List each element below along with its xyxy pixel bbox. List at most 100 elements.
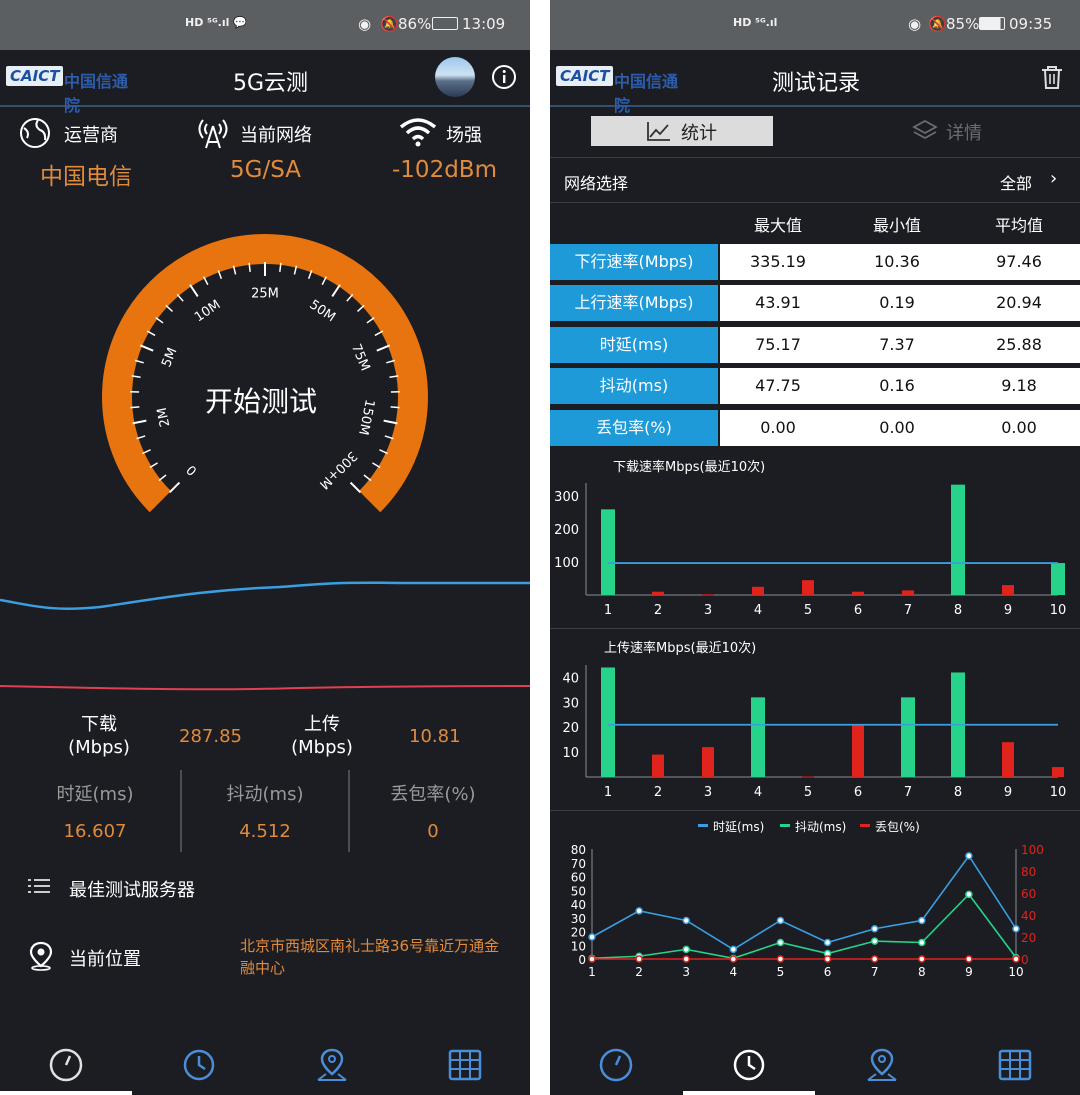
speed-gauge[interactable]: 02M5M10M25M50M75M150M300+M: [0, 200, 530, 540]
cell-max: 335.19: [750, 252, 806, 271]
cell-avg: 20.94: [996, 293, 1042, 312]
tab-detail[interactable]: 详情: [900, 116, 1050, 146]
gauge-tick: [146, 330, 156, 337]
x-tick-label: 10: [1050, 603, 1067, 618]
bottom-nav: [0, 1033, 530, 1095]
gauge-tick: [390, 406, 400, 409]
gauge-tick: [349, 481, 362, 494]
data-point: [776, 955, 785, 963]
start-test-button[interactable]: 开始测试: [205, 380, 317, 420]
y-tick-label: 20: [571, 926, 586, 940]
gauge-tick: [158, 474, 167, 482]
row-name: 上行速率(Mbps): [550, 285, 718, 321]
loss-label: 丢包率(%): [390, 784, 476, 805]
bar: [1052, 767, 1064, 777]
signal-value: -102dBm: [392, 157, 497, 183]
gauge-tick: [176, 293, 184, 302]
gauge-tick-label: 10M: [192, 297, 223, 325]
page-title: 测试记录: [772, 71, 861, 96]
data-point: [870, 925, 879, 933]
bar: [601, 509, 615, 595]
network-select-label: 网络选择: [564, 174, 629, 193]
status-eye-icon: ◉: [358, 15, 372, 33]
trash-icon[interactable]: [1040, 64, 1064, 94]
x-tick-label: 7: [871, 965, 879, 979]
y-tick-label: 300: [554, 490, 579, 505]
row-name: 下行速率(Mbps): [550, 244, 718, 280]
y-tick-label: 30: [571, 912, 586, 926]
table-row: 上行速率(Mbps) 43.91 0.19 20.94: [550, 285, 1080, 321]
legend-label: 丢包(%): [875, 820, 920, 834]
gauge-tick: [376, 344, 391, 352]
cell-min: 0.00: [879, 418, 915, 437]
info-icon[interactable]: [491, 64, 517, 94]
bar: [1002, 742, 1014, 777]
gauge-tick: [363, 474, 372, 482]
gauge-tick: [357, 304, 365, 313]
latency-line-chart: 时延(ms) 抖动(ms) 丢包(%)01020304050607080020406…: [571, 820, 1044, 979]
line-chart-icon: [647, 122, 670, 141]
data-point: [1012, 955, 1020, 963]
x-tick-label: 3: [704, 785, 712, 800]
caict-logo: CAICT 中国信通院: [6, 66, 138, 115]
status-battery-text: 85%: [946, 15, 980, 33]
bar: [852, 724, 864, 777]
battery-icon: [432, 17, 458, 30]
nav-map-icon[interactable]: [864, 1047, 900, 1083]
data-point: [635, 907, 643, 915]
bar: [702, 594, 714, 596]
x-tick-label: 1: [604, 785, 612, 800]
gauge-tick-label: 2M: [155, 406, 174, 428]
series-line: [591, 893, 1017, 960]
gauge-tick: [189, 284, 199, 297]
loss-value: 0: [427, 821, 439, 842]
data-point: [870, 937, 879, 945]
best-server-row[interactable]: 最佳测试服务器: [28, 872, 508, 906]
nav-table-icon[interactable]: [997, 1047, 1033, 1083]
gauge-tick-label: 25M: [251, 287, 279, 302]
x-tick-label: 3: [704, 603, 712, 618]
status-bar: HD ⁵ᴳ.ıl 💬 ◉ 🔕 86% 13:09: [0, 0, 530, 50]
bar: [652, 754, 664, 777]
signal-label: 场强: [446, 125, 482, 146]
data-point: [682, 916, 690, 925]
y-tick-label: 40: [562, 671, 579, 686]
table-row: 抖动(ms) 47.75 0.16 9.18: [550, 368, 1080, 404]
y-tick-label: 0: [578, 953, 586, 967]
gauge-tick: [168, 481, 181, 494]
nav-speedtest-icon[interactable]: [48, 1047, 84, 1083]
x-tick-label: 7: [904, 603, 912, 618]
gauge-tick: [383, 419, 398, 425]
cell-min: 7.37: [879, 335, 915, 354]
chevron-right-icon: ›: [1050, 168, 1058, 189]
gauge-tick: [132, 419, 147, 425]
nav-speedtest-icon[interactable]: [598, 1047, 634, 1083]
nav-history-icon[interactable]: [731, 1047, 767, 1083]
data-point: [588, 955, 596, 963]
avatar[interactable]: [435, 57, 475, 97]
cell-max: 0.00: [760, 418, 796, 437]
nav-table-icon[interactable]: [447, 1047, 483, 1083]
best-server-label: 最佳测试服务器: [69, 880, 195, 901]
x-tick-label: 1: [588, 965, 596, 979]
gauge-tick: [346, 293, 354, 302]
gauge-tick: [331, 284, 341, 297]
nav-history-icon[interactable]: [181, 1047, 217, 1083]
y-tick-label: 70: [571, 857, 586, 871]
app-bar: CAICT 中国信通院 测试记录: [550, 50, 1080, 115]
cell-avg: 25.88: [996, 335, 1042, 354]
x-tick-label: 4: [754, 603, 762, 618]
nav-map-icon[interactable]: [314, 1047, 350, 1083]
table-row: 丢包率(%) 0.00 0.00 0.00: [550, 410, 1080, 446]
bar: [702, 747, 714, 777]
divider: [550, 628, 1080, 629]
bar: [1051, 563, 1065, 595]
gauge-tick: [366, 317, 375, 324]
cell-min: 0.19: [879, 293, 915, 312]
cell-max: 43.91: [755, 293, 801, 312]
cell-avg: 0.00: [1001, 418, 1037, 437]
location-row: 当前位置 北京市西城区南礼士路36号靠近万通金 融中心: [28, 935, 528, 985]
network-select-row[interactable]: 网络选择 全部 ›: [550, 157, 1080, 203]
x-tick-label: 8: [954, 603, 962, 618]
tab-stats[interactable]: 统计: [591, 116, 773, 146]
